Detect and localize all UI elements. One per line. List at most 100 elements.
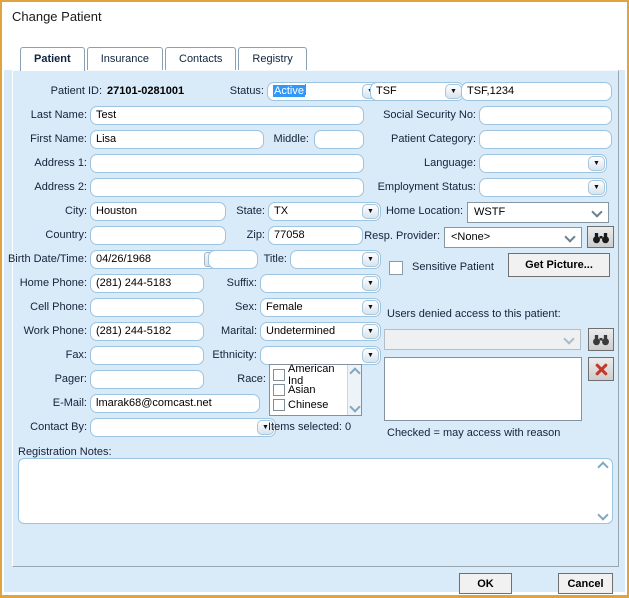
country-label: Country: (7, 226, 87, 245)
ssn-field[interactable] (479, 106, 612, 125)
race-scrollbar[interactable] (347, 365, 361, 415)
state-label: State: (205, 202, 265, 221)
denied-access-remove-button[interactable] (588, 357, 614, 381)
cell-phone-label: Cell Phone: (2, 298, 87, 317)
checkbox-icon[interactable] (273, 399, 285, 411)
zip-label: Zip: (205, 226, 265, 245)
tab-strip: Patient Insurance Contacts Registry (20, 47, 309, 70)
sensitive-patient-checkbox[interactable] (389, 261, 403, 275)
race-option-label: Asian (288, 384, 316, 396)
dropdown-arrow-icon[interactable]: ▼ (362, 276, 379, 291)
language-label: Language: (332, 154, 476, 173)
employment-status-combobox[interactable]: ▼ (479, 178, 607, 197)
tab-patient[interactable]: Patient (20, 47, 85, 71)
dropdown-arrow-icon[interactable]: ▼ (588, 156, 605, 171)
tab-contacts[interactable]: Contacts (165, 47, 236, 70)
scroll-down-icon[interactable] (349, 401, 360, 412)
language-combobox[interactable]: ▼ (479, 154, 607, 173)
employment-status-label: Employment Status: (332, 178, 476, 197)
dropdown-arrow-icon[interactable]: ▼ (362, 348, 379, 363)
sex-label: Sex: (187, 298, 257, 317)
resp-provider-label: Resp. Provider: (332, 227, 440, 246)
patient-category-field[interactable] (479, 130, 612, 149)
suffix-combobox[interactable]: ▼ (260, 274, 381, 293)
get-picture-button[interactable]: Get Picture... (508, 253, 610, 277)
home-location-label: Home Location: (319, 202, 463, 221)
dropdown-arrow-icon[interactable]: ▼ (362, 324, 379, 339)
scroll-up-icon[interactable] (597, 461, 608, 472)
patient-id-label: Patient ID: (22, 82, 102, 101)
marital-combobox[interactable]: Undetermined ▼ (260, 322, 381, 341)
sex-combobox[interactable]: Female ▼ (260, 298, 381, 317)
tab-registry[interactable]: Registry (238, 47, 306, 70)
background-window-text: AM-BBB PANITAI (253, 0, 393, 4)
denied-access-listbox[interactable] (384, 357, 582, 421)
binoculars-icon (592, 231, 610, 244)
text-caret (305, 84, 306, 95)
race-option[interactable]: American Ind (271, 367, 347, 382)
denied-access-search-button[interactable] (588, 328, 614, 351)
resp-provider-value: <None> (451, 231, 490, 243)
denied-access-combobox (384, 329, 581, 350)
pager-field[interactable] (90, 370, 204, 389)
ethnicity-label: Ethnicity: (187, 346, 257, 365)
status-label: Status: (202, 82, 264, 101)
delete-icon (594, 362, 608, 376)
checkbox-icon[interactable] (273, 369, 285, 381)
city-label: City: (7, 202, 87, 221)
dropdown-arrow-icon[interactable]: ▼ (362, 252, 379, 267)
address1-field[interactable] (90, 154, 364, 173)
provider-full-field[interactable]: TSF,1234 (461, 82, 612, 101)
state-value: TX (274, 205, 288, 217)
title-combobox[interactable]: ▼ (290, 250, 381, 269)
status-value: Active (273, 85, 305, 97)
last-name-field[interactable]: Test (90, 106, 364, 125)
birth-date-time-label: Birth Date/Time: (2, 250, 87, 269)
provider-short-combobox[interactable]: TSF ▼ (370, 82, 464, 101)
marital-label: Marital: (187, 322, 257, 341)
resp-provider-combobox[interactable]: <None> (444, 227, 582, 248)
email-label: E-Mail: (2, 394, 87, 413)
middle-label: Middle: (247, 130, 309, 149)
resp-provider-search-button[interactable] (587, 226, 614, 248)
dialog-title: Change Patient (12, 9, 102, 24)
scroll-down-icon[interactable] (597, 509, 608, 520)
home-location-combobox[interactable]: WSTF (467, 202, 609, 223)
cancel-button[interactable]: Cancel (558, 573, 613, 594)
race-label: Race: (217, 370, 266, 389)
race-option[interactable]: Chinese (271, 397, 347, 412)
work-phone-label: Work Phone: (2, 322, 87, 341)
provider-short-value: TSF (376, 85, 397, 97)
dropdown-arrow-icon[interactable]: ▼ (588, 180, 605, 195)
marital-value: Undetermined (266, 325, 335, 337)
race-listbox[interactable]: American Ind Asian Chinese (269, 364, 362, 416)
suffix-label: Suffix: (187, 274, 257, 293)
contact-by-label: Contact By: (2, 418, 87, 437)
tab-insurance[interactable]: Insurance (87, 47, 163, 70)
first-name-field[interactable]: Lisa (90, 130, 264, 149)
home-location-value: WSTF (474, 206, 505, 218)
status-combobox[interactable]: Active ▼ (267, 82, 381, 101)
title-label: Title: (235, 250, 287, 269)
birth-date-field[interactable]: 04/26/1968 ▦ (90, 250, 225, 269)
chevron-down-icon[interactable] (564, 231, 575, 242)
ssn-label: Social Security No: (332, 106, 476, 125)
patient-id-value: 27101-0281001 (107, 82, 184, 101)
chevron-down-icon[interactable] (591, 206, 602, 217)
dropdown-arrow-icon[interactable]: ▼ (362, 300, 379, 315)
contact-by-combobox[interactable]: ▼ (90, 418, 276, 437)
binoculars-icon (592, 333, 610, 346)
registration-notes-textarea[interactable] (18, 458, 613, 524)
address1-label: Address 1: (7, 154, 87, 173)
scroll-up-icon[interactable] (349, 367, 360, 378)
checkbox-icon[interactable] (273, 384, 285, 396)
ok-button[interactable]: OK (459, 573, 512, 594)
fax-label: Fax: (2, 346, 87, 365)
pager-label: Pager: (2, 370, 87, 389)
email-field[interactable]: lmarak68@comcast.net (90, 394, 260, 413)
address2-field[interactable] (90, 178, 364, 197)
last-name-label: Last Name: (7, 106, 87, 125)
chevron-down-icon (563, 333, 574, 344)
race-option-label: Chinese (288, 399, 328, 411)
dropdown-arrow-icon[interactable]: ▼ (445, 84, 462, 99)
